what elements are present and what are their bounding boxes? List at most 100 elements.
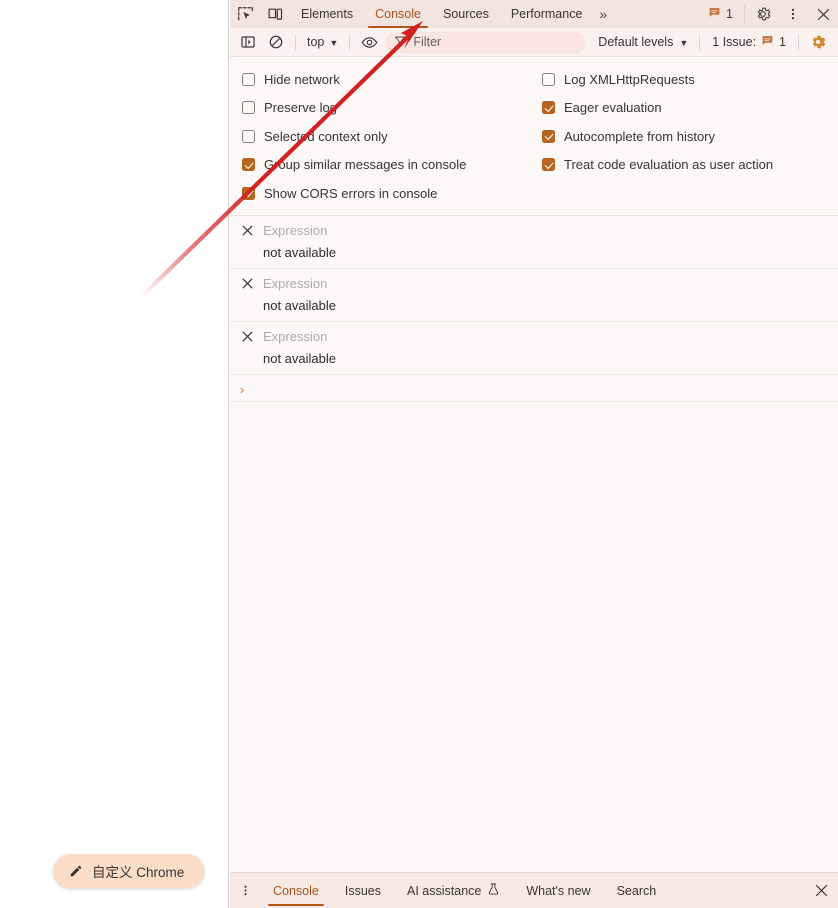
- log-levels-label: Default levels: [598, 35, 674, 49]
- filter-funnel-icon: [394, 35, 406, 50]
- more-tabs-label: »: [599, 6, 608, 22]
- drawer-spacer: [669, 873, 804, 908]
- toolbar-issues-button[interactable]: 1 Issue: 1: [705, 34, 793, 50]
- tab-performance-label: Performance: [510, 7, 583, 21]
- log-levels-select[interactable]: Default levels ▼: [592, 35, 694, 49]
- autocomplete-from-history-checkbox[interactable]: [542, 129, 555, 143]
- setting-label: Log XMLHttpRequests: [564, 71, 695, 87]
- clear-console-icon[interactable]: [262, 30, 290, 54]
- drawer-tab-issues[interactable]: Issues: [332, 873, 394, 908]
- toolbar-divider-2: [349, 34, 351, 50]
- setting-label: Selected context only: [264, 128, 388, 144]
- setting-selected-context-only[interactable]: Selected context only: [242, 122, 534, 151]
- console-message-header: Expression: [240, 222, 828, 240]
- setting-label: Group similar messages in console: [264, 157, 467, 173]
- show-console-sidebar-icon[interactable]: [234, 30, 262, 54]
- setting-treat-code-evaluation-as-user-action[interactable]: Treat code evaluation as user action: [542, 151, 838, 180]
- tab-elements[interactable]: Elements: [290, 0, 364, 28]
- setting-label: Treat code evaluation as user action: [564, 157, 774, 173]
- treat-code-evaluation-checkbox[interactable]: [542, 158, 555, 172]
- setting-eager-evaluation[interactable]: Eager evaluation: [542, 94, 838, 123]
- tab-sources[interactable]: Sources: [432, 0, 500, 28]
- tab-console[interactable]: Console: [364, 0, 432, 28]
- eager-evaluation-checkbox[interactable]: [542, 101, 555, 115]
- device-toolbar-icon[interactable]: [260, 0, 290, 28]
- drawer-kebab-menu-icon[interactable]: [230, 873, 260, 908]
- setting-hide-network[interactable]: Hide network: [242, 65, 534, 94]
- more-tabs-icon[interactable]: »: [593, 0, 615, 28]
- issue-message-icon: [708, 6, 721, 22]
- tab-performance[interactable]: Performance: [500, 0, 594, 28]
- prompt-chevron-icon: ›: [240, 382, 245, 397]
- console-message-result: not available: [263, 350, 336, 366]
- selected-context-only-checkbox[interactable]: [242, 129, 255, 143]
- console-message-expression: Expression: [263, 223, 328, 238]
- tabbar-issue-badge[interactable]: 1: [700, 0, 741, 28]
- flask-icon: [487, 882, 500, 899]
- execution-context-label: top: [307, 35, 325, 49]
- customize-chrome-label: 自定义 Chrome: [92, 865, 185, 880]
- console-settings-left-column: Hide network Preserve log Selected conte…: [230, 65, 534, 208]
- tab-elements-label: Elements: [301, 7, 354, 21]
- console-settings-gear-icon[interactable]: [804, 30, 832, 54]
- eye-icon[interactable]: [355, 30, 383, 54]
- show-cors-errors-checkbox[interactable]: [242, 186, 255, 200]
- tabbar-divider: [744, 5, 745, 23]
- close-icon[interactable]: [808, 0, 838, 28]
- group-similar-messages-checkbox[interactable]: [242, 158, 255, 172]
- setting-show-cors-errors[interactable]: Show CORS errors in console: [242, 179, 534, 208]
- drawer-tab-search[interactable]: Search: [604, 873, 670, 908]
- console-prompt[interactable]: ›: [230, 375, 838, 402]
- console-message-expression: Expression: [263, 329, 328, 344]
- log-xmlhttprequests-checkbox[interactable]: [542, 72, 555, 86]
- toolbar-divider-1: [295, 34, 296, 50]
- close-x-icon[interactable]: [240, 277, 254, 291]
- pencil-icon: [69, 864, 83, 878]
- setting-autocomplete-from-history[interactable]: Autocomplete from history: [542, 122, 838, 151]
- drawer-tab-search-label: Search: [616, 883, 657, 898]
- setting-label: Preserve log: [264, 100, 337, 116]
- chevron-down-icon: ▼: [329, 37, 339, 48]
- toolbar-issues-label: 1 Issue:: [712, 35, 757, 49]
- filter-placeholder: Filter: [413, 35, 442, 49]
- inspect-element-icon[interactable]: [230, 0, 260, 28]
- preserve-log-checkbox[interactable]: [242, 101, 255, 115]
- setting-group-similar-messages[interactable]: Group similar messages in console: [242, 151, 534, 180]
- console-message[interactable]: Expression not available: [230, 269, 838, 322]
- setting-log-xmlhttprequests[interactable]: Log XMLHttpRequests: [542, 65, 838, 94]
- issue-message-icon: [761, 34, 774, 50]
- console-message[interactable]: Expression not available: [230, 322, 838, 375]
- tabbar-spacer: [615, 0, 700, 28]
- toolbar-divider-3: [699, 34, 701, 50]
- console-message[interactable]: Expression not available: [230, 216, 838, 269]
- hide-network-checkbox[interactable]: [242, 72, 255, 86]
- tab-sources-label: Sources: [442, 7, 489, 21]
- drawer-tab-console-label: Console: [273, 883, 319, 898]
- customize-chrome-button[interactable]: 自定义 Chrome: [53, 854, 205, 888]
- drawer-tab-ai-assistance[interactable]: AI assistance: [394, 873, 513, 908]
- console-message-expression: Expression: [263, 276, 328, 291]
- drawer-tab-console[interactable]: Console: [260, 873, 332, 908]
- console-settings-pane: Hide network Preserve log Selected conte…: [230, 57, 838, 216]
- chevron-down-icon: ▼: [679, 37, 689, 48]
- filter-input[interactable]: Filter: [385, 31, 587, 53]
- tab-console-label: Console: [375, 7, 421, 21]
- console-message-header: Expression: [240, 275, 828, 293]
- close-x-icon[interactable]: [240, 330, 254, 344]
- setting-preserve-log[interactable]: Preserve log: [242, 94, 534, 123]
- close-x-icon[interactable]: [240, 224, 254, 238]
- drawer-tab-ai-assistance-label: AI assistance: [407, 883, 482, 898]
- setting-label: Autocomplete from history: [564, 128, 716, 144]
- gear-icon[interactable]: [748, 0, 778, 28]
- drawer-tab-whats-new-label: What's new: [526, 883, 591, 898]
- drawer-close-icon[interactable]: [804, 873, 838, 908]
- console-message-result: not available: [263, 297, 336, 313]
- console-message-header: Expression: [240, 328, 828, 346]
- drawer-tab-whats-new[interactable]: What's new: [513, 873, 603, 908]
- execution-context-select[interactable]: top ▼: [301, 35, 344, 49]
- setting-label: Show CORS errors in console: [264, 185, 438, 201]
- setting-label: Eager evaluation: [564, 100, 662, 116]
- drawer-tab-issues-label: Issues: [344, 883, 382, 898]
- console-toolbar: top ▼ Filter Default levels ▼ 1 Issue: 1: [230, 28, 838, 57]
- kebab-menu-icon[interactable]: [778, 0, 808, 28]
